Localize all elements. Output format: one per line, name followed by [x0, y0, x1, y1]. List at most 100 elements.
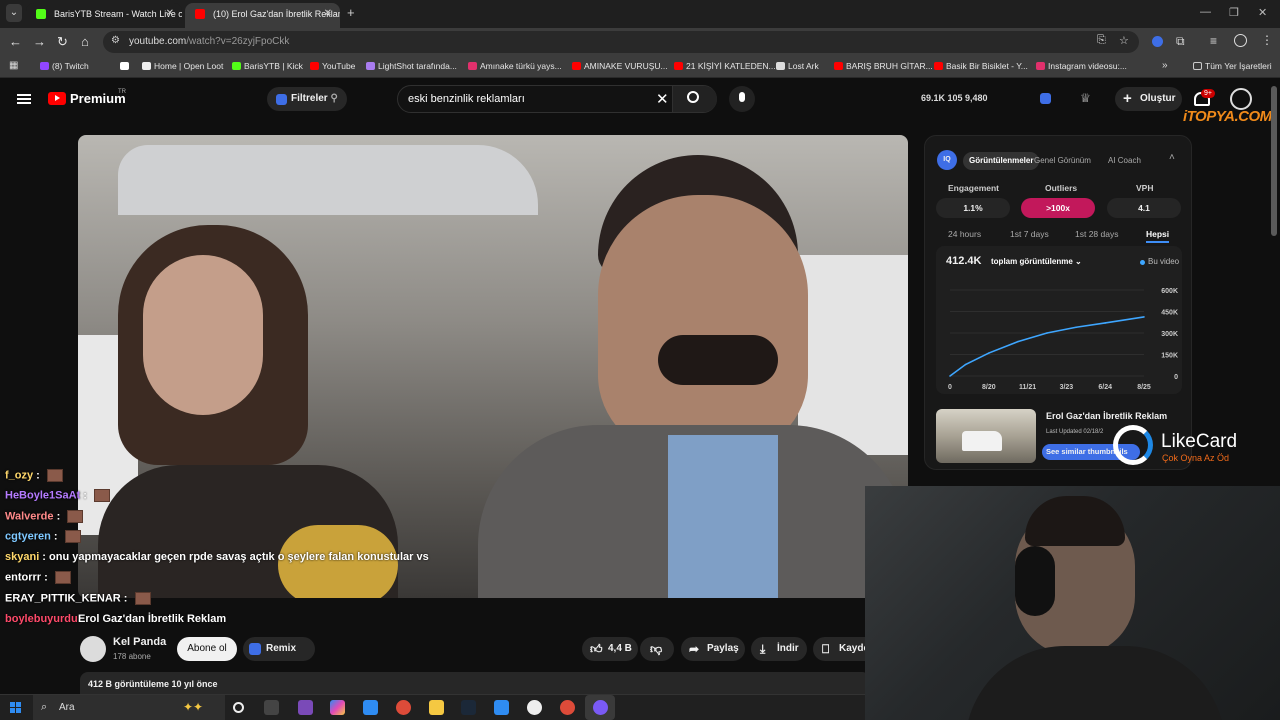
chat-username: Walverde: [5, 510, 54, 523]
star-icon[interactable]: ☆: [1119, 34, 1129, 47]
chat-separator: :: [53, 510, 64, 523]
channel-name[interactable]: Kel Panda: [113, 636, 166, 648]
trophy-icon[interactable]: ♕: [1080, 91, 1091, 105]
kick-favicon-icon: [36, 9, 46, 19]
steam-icon[interactable]: [461, 700, 476, 715]
hamburger-menu-icon[interactable]: [17, 94, 31, 96]
browser-tab-youtube[interactable]: (10) Erol Gaz'dan İbretlik Reklam ✕: [185, 3, 340, 28]
page-scrollbar[interactable]: [1271, 86, 1277, 236]
voice-search-button[interactable]: [729, 86, 755, 112]
profile-icon[interactable]: [1234, 34, 1247, 47]
reading-list-icon[interactable]: ≡: [1210, 34, 1217, 48]
bookmark-item[interactable]: BarisYTB | Kick: [232, 61, 303, 71]
tab-search-button[interactable]: ⌄: [6, 4, 22, 22]
search-input[interactable]: eski benzinlik reklamları: [408, 93, 525, 105]
tab-overview[interactable]: Genel Görünüm: [1028, 152, 1097, 170]
sliders-icon: ⚲: [330, 93, 338, 104]
vidiq-logo-icon: IQ: [937, 150, 957, 170]
related-thumbnail[interactable]: [936, 409, 1036, 463]
youtube-header: Premium TR Filtreler ⚲ eski benzinlik re…: [0, 78, 1280, 122]
clear-search-icon[interactable]: ✕: [656, 90, 669, 108]
dislike-button[interactable]: 👎︎: [640, 637, 674, 661]
close-tab-icon[interactable]: ✕: [324, 3, 332, 25]
collapse-icon[interactable]: ˄: [1169, 152, 1175, 163]
search-box[interactable]: eski benzinlik reklamları ✕: [397, 85, 717, 113]
copilot-icon[interactable]: [330, 700, 345, 715]
search-icon: ⌕: [41, 701, 48, 713]
all-bookmarks-label: Tüm Yer İşaretleri: [1205, 61, 1272, 71]
apps-grid-icon[interactable]: ▦: [9, 60, 18, 71]
extensions-icon[interactable]: ⧉: [1176, 34, 1185, 49]
remix-button[interactable]: Remix ⌄: [243, 637, 315, 678]
filters-button[interactable]: Filtreler ⚲: [267, 87, 347, 111]
more-bookmarks-icon[interactable]: »: [1162, 60, 1168, 71]
bookmark-item[interactable]: YouTube: [310, 61, 355, 71]
windows-start-icon[interactable]: [10, 702, 21, 713]
download-button[interactable]: ⤓ İndir: [751, 637, 807, 661]
extension-iq-icon[interactable]: [1152, 36, 1163, 47]
range-all[interactable]: Hepsi: [1146, 229, 1170, 243]
task-view-icon[interactable]: [264, 700, 279, 715]
close-window-icon[interactable]: ✕: [1258, 6, 1267, 19]
bookmark-favicon-icon: [232, 62, 241, 70]
bookmark-item[interactable]: Instagram videosu:...: [1036, 61, 1127, 71]
range-28-days[interactable]: 1st 28 days: [1075, 229, 1118, 239]
bookmark-label: (8) Twitch: [52, 61, 89, 71]
bookmark-item[interactable]: Home | Open Loot: [142, 61, 223, 71]
range-24-hours[interactable]: 24 hours: [948, 229, 981, 239]
new-tab-button[interactable]: +: [347, 5, 355, 20]
bookmark-favicon-icon: [674, 62, 683, 70]
save-button[interactable]: ⎕ Kaydet: [813, 637, 865, 661]
back-icon[interactable]: ←: [9, 34, 22, 49]
streaming-app-icon[interactable]: [593, 700, 608, 715]
all-bookmarks[interactable]: Tüm Yer İşaretleri: [1193, 61, 1272, 71]
taskbar-search-placeholder: Ara: [59, 702, 75, 713]
tab-ai-coach[interactable]: AI Coach: [1102, 152, 1147, 170]
minimize-icon[interactable]: —: [1200, 6, 1211, 18]
search-button[interactable]: [672, 86, 717, 112]
browser-tab-kick[interactable]: BarisYTB Stream - Watch Live o ✕: [26, 3, 182, 28]
video-title-overlap: Erol Gaz'dan İbretlik Reklam: [78, 613, 227, 625]
bookmark-item[interactable]: AMINAKE VURUŞU...: [572, 61, 668, 71]
account-avatar[interactable]: [1230, 88, 1252, 110]
chrome-profile-icon[interactable]: [560, 700, 575, 715]
likecard-name: LikeCard: [1161, 431, 1238, 452]
menu-kebab-icon[interactable]: ⋮: [1261, 33, 1273, 47]
forward-icon[interactable]: →: [33, 34, 46, 49]
bookmark-item[interactable]: Amınake türkü yays...: [468, 61, 562, 71]
chrome-icon[interactable]: [396, 700, 411, 715]
bookmark-label: Lost Ark: [788, 61, 819, 71]
range-7-days[interactable]: 1st 7 days: [1010, 229, 1049, 239]
create-button[interactable]: + Oluştur: [1115, 87, 1182, 111]
address-bar[interactable]: ⚙ youtube.com/watch?v=26zyjFpoCkk ⎘ ☆: [103, 31, 1139, 53]
channel-avatar[interactable]: [80, 636, 106, 662]
reload-icon[interactable]: ↻: [57, 34, 68, 50]
store-icon[interactable]: [363, 700, 378, 715]
bookmark-item[interactable]: Basik Bir Bisiklet - Y...: [934, 61, 1028, 71]
video-player[interactable]: [78, 135, 908, 598]
bookmark-item[interactable]: Lost Ark: [776, 61, 819, 71]
close-tab-icon[interactable]: ✕: [166, 3, 174, 25]
chat-username: ERAY_PITTIK_KENAR: [5, 592, 121, 605]
site-info-icon[interactable]: ⚙: [111, 35, 120, 46]
install-app-icon[interactable]: ⎘: [1097, 34, 1106, 47]
taskbar-search[interactable]: ⌕ Ara ✦✦: [33, 695, 225, 720]
cortana-icon[interactable]: [233, 702, 244, 713]
bookmark-item[interactable]: (8) Twitch: [40, 61, 89, 71]
iq-extension-icon[interactable]: [1040, 93, 1051, 104]
like-button[interactable]: 👍︎ 4,4 B: [582, 637, 638, 661]
youtube-logo-icon[interactable]: [48, 92, 66, 105]
home-icon[interactable]: ⌂: [81, 34, 89, 49]
share-button[interactable]: ➦ Paylaş: [681, 637, 745, 661]
vscode-icon[interactable]: [298, 700, 313, 715]
restore-icon[interactable]: ❐: [1229, 6, 1239, 19]
bookmark-item[interactable]: BARIŞ BRUH GİTAR...: [834, 61, 933, 71]
obs-icon[interactable]: [527, 700, 542, 715]
file-explorer-icon[interactable]: [429, 700, 444, 715]
subscribe-button[interactable]: Abone ol: [177, 637, 237, 661]
bookmark-item[interactable]: LightShot tarafında...: [366, 61, 457, 71]
related-title[interactable]: Erol Gaz'dan İbretlik Reklam: [1046, 411, 1167, 421]
chat-emote-icon: [93, 489, 110, 502]
bookmark-item[interactable]: 21 KİŞİYİ KATLEDEN...: [674, 61, 776, 71]
app-icon[interactable]: [494, 700, 509, 715]
